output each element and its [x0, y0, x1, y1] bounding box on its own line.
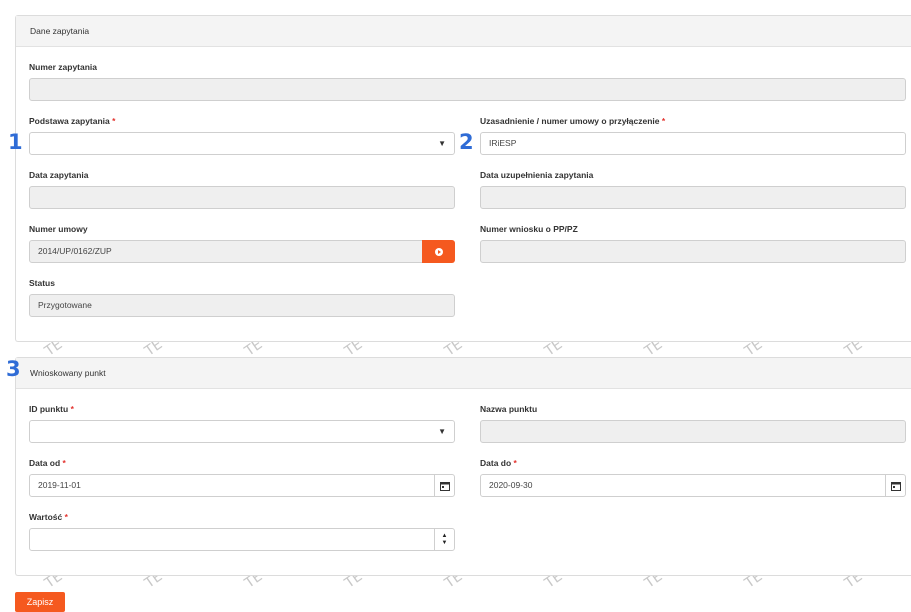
- caret-down-icon: ▼: [438, 427, 446, 436]
- wartosc-input[interactable]: ▲ ▼: [29, 528, 455, 551]
- required-mark: *: [661, 116, 666, 126]
- label-numer-umowy: Numer umowy: [29, 224, 88, 234]
- calendar-icon[interactable]: [885, 475, 905, 496]
- status-field[interactable]: Przygotowane: [29, 294, 455, 317]
- panel-header-wnioskowany-punkt: Wnioskowany punkt: [16, 358, 911, 389]
- id-punktu-select[interactable]: ▼: [29, 420, 455, 443]
- label-numer-wniosku: Numer wniosku o PP/PZ: [480, 224, 578, 234]
- required-mark: *: [64, 512, 68, 522]
- podstawa-zapytania-select[interactable]: ▼: [29, 132, 455, 155]
- data-od-input[interactable]: 2019-11-01: [29, 474, 455, 497]
- label-nazwa-punktu: Nazwa punktu: [480, 404, 538, 414]
- marker-2: 2: [459, 130, 474, 154]
- data-uzupelnienia-field[interactable]: [480, 186, 906, 209]
- label-data-do: Data do *: [480, 458, 517, 468]
- spinner-arrows-icon[interactable]: ▲ ▼: [434, 529, 454, 550]
- save-button[interactable]: Zapisz: [15, 592, 65, 612]
- arrow-circle-right-icon: [434, 247, 443, 256]
- label-data-od: Data od *: [29, 458, 66, 468]
- label-numer-zapytania: Numer zapytania: [29, 62, 98, 72]
- marker-1: 1: [8, 130, 23, 154]
- nazwa-punktu-field[interactable]: [480, 420, 906, 443]
- go-to-contract-button[interactable]: [422, 240, 455, 263]
- numer-umowy-field[interactable]: 2014/UP/0162/ZUP: [29, 240, 423, 263]
- label-podstawa-zapytania: Podstawa zapytania *: [29, 116, 116, 126]
- label-id-punktu: ID punktu *: [29, 404, 74, 414]
- uzasadnienie-input[interactable]: IRiESP: [480, 132, 906, 155]
- required-mark: *: [112, 116, 116, 126]
- data-do-input[interactable]: 2020-09-30: [480, 474, 906, 497]
- numer-wniosku-field[interactable]: [480, 240, 906, 263]
- calendar-icon[interactable]: [434, 475, 454, 496]
- label-uzasadnienie: Uzasadnienie / numer umowy o przyłączeni…: [480, 116, 666, 126]
- panel-dane-zapytania: Dane zapytania: [15, 15, 911, 342]
- required-mark: *: [70, 404, 74, 414]
- label-wartosc: Wartość *: [29, 512, 68, 522]
- caret-down-icon: ▼: [438, 139, 446, 148]
- required-mark: *: [62, 458, 66, 468]
- data-zapytania-field[interactable]: [29, 186, 455, 209]
- label-status: Status: [29, 278, 55, 288]
- required-mark: *: [513, 458, 517, 468]
- label-data-uzupelnienia: Data uzupełnienia zapytania: [480, 170, 594, 180]
- marker-3: 3: [6, 357, 21, 381]
- panel-header-dane-zapytania: Dane zapytania: [16, 16, 911, 47]
- numer-zapytania-field[interactable]: [29, 78, 906, 101]
- label-data-zapytania: Data zapytania: [29, 170, 89, 180]
